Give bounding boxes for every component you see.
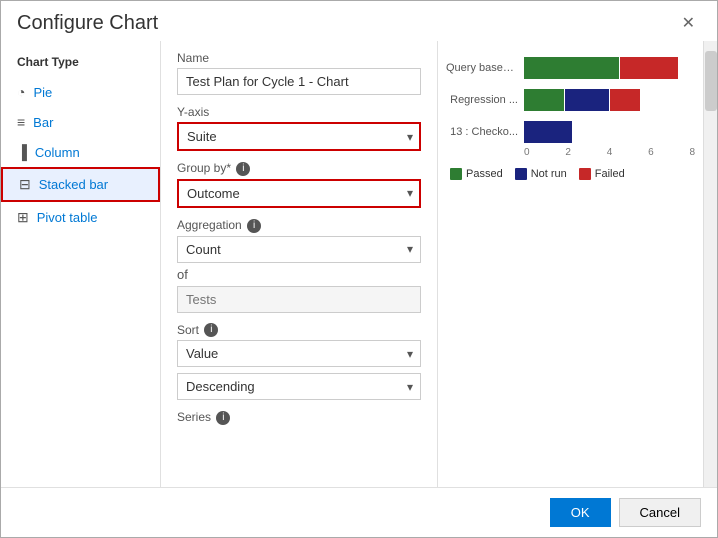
sort-order-select-wrapper: Descending Ascending	[177, 373, 421, 400]
sort-info-icon[interactable]: i	[204, 323, 218, 337]
x-axis: 0 2 4 6 8	[524, 147, 695, 158]
chart-type-stacked-bar-label: Stacked bar	[39, 177, 108, 192]
chart-type-pivot-table-label: Pivot table	[37, 210, 98, 225]
chart-bars: Query based... Regression ...	[446, 51, 695, 143]
sort-label: Sort i	[177, 323, 421, 338]
bar-container-3	[524, 121, 695, 143]
x-tick-4: 4	[607, 147, 613, 158]
legend-label-passed: Passed	[466, 168, 503, 180]
series-label: Series i	[177, 410, 421, 425]
bar-segment-passed-2	[524, 89, 564, 111]
aggregation-label: Aggregation i	[177, 218, 421, 233]
bar-label-1: Query based...	[446, 62, 518, 74]
sort-order-select[interactable]: Descending Ascending	[177, 373, 421, 400]
close-button[interactable]: ✕	[676, 11, 701, 35]
scrollbar[interactable]	[703, 41, 717, 487]
bar-container-2	[524, 89, 695, 111]
bar-row-3: 13 : Checko...	[446, 121, 695, 143]
chart-type-stacked-bar[interactable]: ⊟ Stacked bar	[1, 167, 160, 202]
groupby-select-wrapper: Outcome Priority Configuration	[177, 179, 421, 208]
chart-type-column-label: Column	[35, 145, 80, 160]
configure-chart-dialog: Configure Chart ✕ Chart Type ◔ Pie ≡ Bar…	[0, 0, 718, 538]
config-panel: Name Y-axis Suite Test Case Priority Gro…	[161, 41, 437, 487]
chart-type-pie[interactable]: ◔ Pie	[1, 77, 160, 107]
bar-segment-failed-2	[610, 89, 640, 111]
chart-type-bar[interactable]: ≡ Bar	[1, 107, 160, 137]
cancel-button[interactable]: Cancel	[619, 498, 701, 527]
bar-segment-notrun-2	[565, 89, 609, 111]
bar-segment-failed-1	[620, 57, 678, 79]
chart-type-pie-label: Pie	[33, 85, 52, 100]
ok-button[interactable]: OK	[550, 498, 611, 527]
chart-type-bar-label: Bar	[33, 115, 53, 130]
groupby-select[interactable]: Outcome Priority Configuration	[177, 179, 421, 208]
legend-label-failed: Failed	[595, 168, 625, 180]
bar-row-1: Query based...	[446, 57, 695, 79]
chart-legend: Passed Not run Failed	[446, 168, 695, 180]
preview-panel: Query based... Regression ...	[437, 41, 717, 487]
aggregation-info-icon[interactable]: i	[247, 219, 261, 233]
legend-dot-passed	[450, 168, 462, 180]
legend-passed: Passed	[450, 168, 503, 180]
of-input	[177, 286, 421, 313]
aggregation-select-wrapper: Count Sum	[177, 236, 421, 263]
groupby-info-icon[interactable]: i	[236, 162, 250, 176]
chart-type-column[interactable]: ▐ Column	[1, 137, 160, 167]
legend-notrun: Not run	[515, 168, 567, 180]
bar-icon: ≡	[17, 114, 25, 130]
bar-segment-notrun-3	[524, 121, 572, 143]
dialog-footer: OK Cancel	[1, 487, 717, 537]
of-label: of	[177, 267, 421, 282]
x-tick-2: 2	[565, 147, 571, 158]
dialog-title: Configure Chart	[17, 12, 158, 35]
aggregation-select[interactable]: Count Sum	[177, 236, 421, 263]
yaxis-select[interactable]: Suite Test Case Priority	[177, 122, 421, 151]
chart-type-panel: Chart Type ◔ Pie ≡ Bar ▐ Column ⊟ Stacke…	[1, 41, 161, 487]
name-label: Name	[177, 51, 421, 65]
sort-select[interactable]: Value Label	[177, 340, 421, 367]
yaxis-label: Y-axis	[177, 105, 421, 119]
bar-container-1	[524, 57, 695, 79]
yaxis-select-wrapper: Suite Test Case Priority	[177, 122, 421, 151]
chart-type-pivot-table[interactable]: ⊞ Pivot table	[1, 202, 160, 233]
chart-type-label: Chart Type	[1, 51, 160, 77]
chart-area: Query based... Regression ...	[446, 51, 709, 477]
bar-label-2: Regression ...	[446, 94, 518, 106]
name-input[interactable]	[177, 68, 421, 95]
stacked-bar-icon: ⊟	[19, 176, 31, 193]
dialog-body: Chart Type ◔ Pie ≡ Bar ▐ Column ⊟ Stacke…	[1, 41, 717, 487]
pivot-table-icon: ⊞	[17, 209, 29, 226]
pie-icon: ◔	[17, 84, 25, 100]
series-info-icon[interactable]: i	[216, 411, 230, 425]
bar-segment-passed-1	[524, 57, 619, 79]
scroll-thumb[interactable]	[705, 51, 717, 111]
bar-label-3: 13 : Checko...	[446, 126, 518, 138]
x-tick-6: 6	[648, 147, 654, 158]
x-tick-8: 8	[689, 147, 695, 158]
sort-select-wrapper: Value Label	[177, 340, 421, 367]
groupby-label: Group by* i	[177, 161, 421, 176]
x-ticks: 0 2 4 6 8	[524, 147, 695, 158]
x-tick-0: 0	[524, 147, 530, 158]
legend-dot-failed	[579, 168, 591, 180]
bar-row-2: Regression ...	[446, 89, 695, 111]
legend-dot-notrun	[515, 168, 527, 180]
legend-failed: Failed	[579, 168, 625, 180]
legend-label-notrun: Not run	[531, 168, 567, 180]
column-icon: ▐	[17, 144, 27, 160]
title-bar: Configure Chart ✕	[1, 1, 717, 41]
